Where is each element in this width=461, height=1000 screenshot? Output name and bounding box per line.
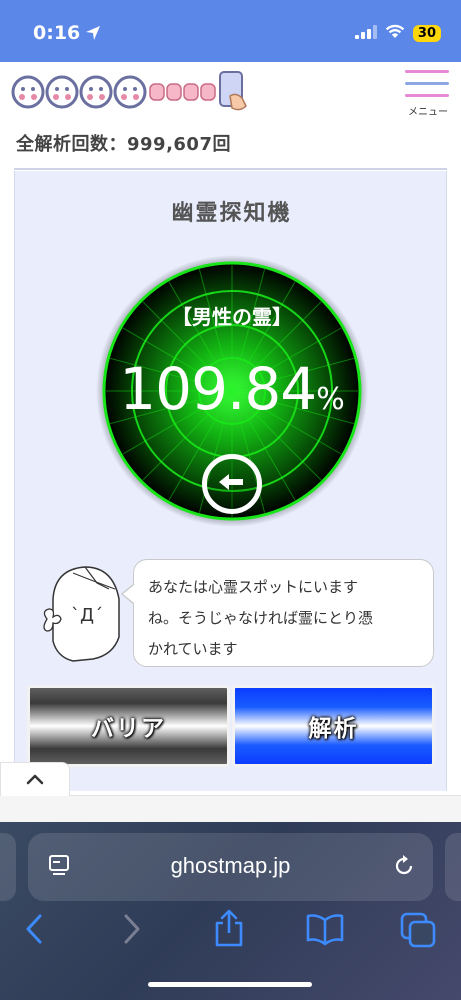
previous-tab-peek[interactable] bbox=[0, 833, 16, 901]
speech-bubble-tail bbox=[123, 585, 134, 603]
speech-bubble: あなたは心霊スポットにいます ね。そうじゃなければ霊にとり憑 かれています bbox=[133, 559, 434, 667]
detector-title: 幽霊探知機 bbox=[171, 201, 292, 226]
next-tab-peek[interactable] bbox=[445, 833, 461, 901]
forward-icon[interactable] bbox=[118, 912, 144, 950]
status-time: 0:16 bbox=[33, 22, 81, 44]
message-line-3: かれています bbox=[148, 640, 238, 658]
hamburger-menu-button[interactable]: メニュー bbox=[403, 66, 453, 118]
divider bbox=[14, 168, 447, 170]
share-icon[interactable] bbox=[212, 908, 246, 952]
location-arrow-icon bbox=[85, 25, 101, 45]
page-bottom-strip bbox=[0, 795, 461, 825]
svg-text:`Д´: `Д´ bbox=[71, 605, 103, 626]
ghost-character: `Д´ bbox=[43, 566, 120, 662]
ghost-detector-panel: 幽霊探知機 【男性の霊】 109.84% `Д´ あなたは心霊スポットにいます … bbox=[14, 171, 447, 791]
battery-indicator: 30 bbox=[412, 25, 441, 42]
browser-toolbar: ghostmap.jp bbox=[0, 822, 461, 1000]
total-analyses-count: 全解析回数：999,607回 bbox=[16, 134, 231, 155]
back-arrow-icon bbox=[217, 472, 247, 496]
chevron-up-icon bbox=[26, 770, 44, 789]
tabs-overview-icon[interactable] bbox=[400, 912, 438, 952]
status-indicators: 30 bbox=[354, 24, 441, 43]
detection-percentage: 109.84% bbox=[96, 355, 368, 423]
url-text: ghostmap.jp bbox=[170, 853, 291, 878]
menu-label: メニュー bbox=[408, 107, 448, 118]
percentage-value: 109.84 bbox=[119, 355, 317, 423]
analyze-button[interactable]: 解析 bbox=[232, 685, 435, 767]
site-logo[interactable] bbox=[8, 68, 253, 114]
signal-icon bbox=[354, 24, 377, 43]
message-line-2: ね。そうじゃなければ霊にとり憑 bbox=[148, 609, 374, 627]
status-bar: 0:16 30 bbox=[0, 0, 461, 62]
home-indicator bbox=[148, 982, 312, 987]
wifi-icon bbox=[385, 24, 405, 43]
percent-sign: % bbox=[316, 382, 345, 417]
collapse-toolbar-tab[interactable] bbox=[0, 762, 70, 796]
bookmarks-icon[interactable] bbox=[305, 912, 345, 950]
back-arrow-button[interactable] bbox=[202, 454, 262, 514]
ghost-type-label: 【男性の霊】 bbox=[172, 305, 292, 329]
site-header: メニュー bbox=[0, 62, 461, 118]
reload-icon[interactable] bbox=[391, 853, 417, 883]
address-bar[interactable]: ghostmap.jp bbox=[28, 833, 433, 901]
back-icon[interactable] bbox=[22, 912, 48, 950]
message-line-1: あなたは心霊スポットにいます bbox=[148, 578, 359, 596]
barrier-button[interactable]: バリア bbox=[27, 685, 230, 767]
